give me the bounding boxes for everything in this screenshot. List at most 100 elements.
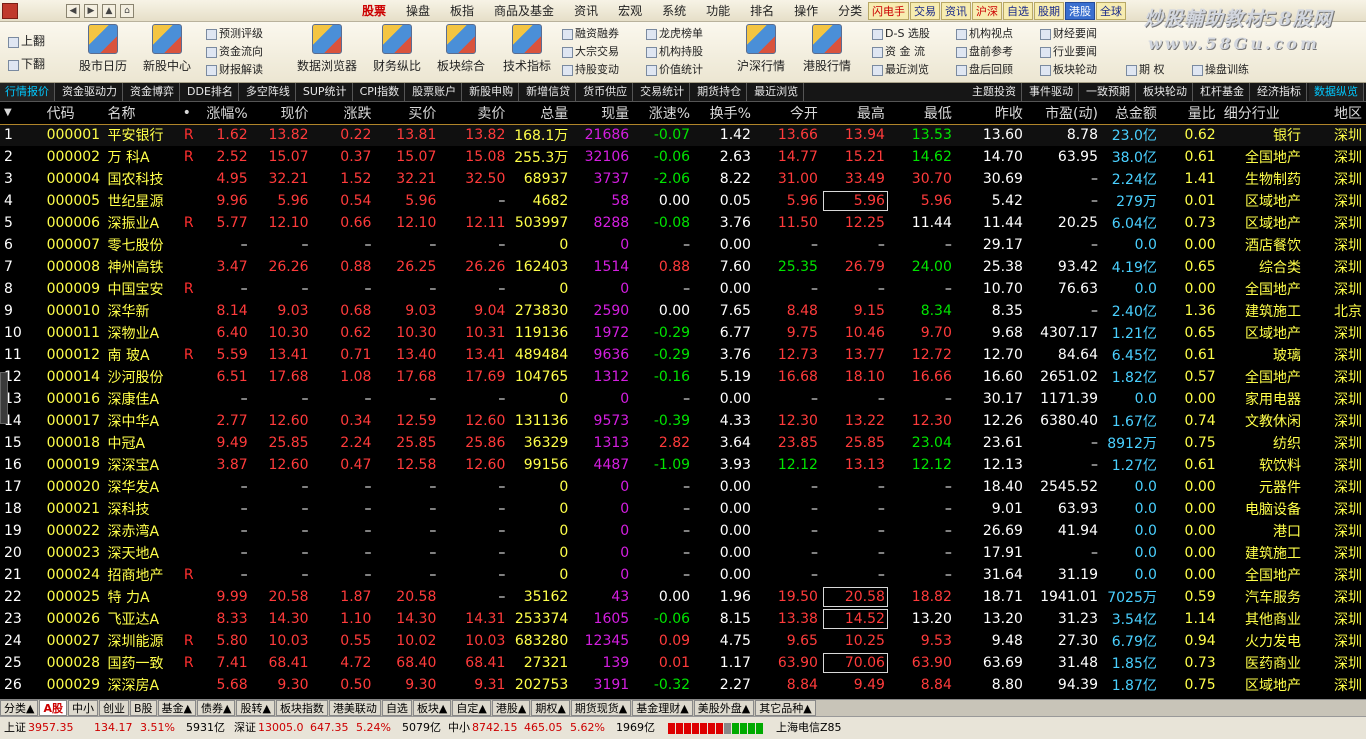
sh-sz-quotes-button[interactable]: 沪深行情 <box>728 24 794 80</box>
column-header[interactable]: 涨速% <box>633 102 695 125</box>
page-down-button[interactable]: 下翻 <box>6 57 45 72</box>
market-tab[interactable]: 港股▲ <box>491 700 531 716</box>
institution-view-button[interactable]: 机构视点 <box>954 26 1013 41</box>
table-row[interactable]: 8 000009 中国宝安 R – – – – – 0 0 – 0.00 – – – 10.70 76.63 0.0… <box>0 278 1366 300</box>
table-row[interactable]: 18 000021 深科技 – – – – – 0 0 – 0.00 – – – 9.01 63.93 0.0 0.… <box>0 498 1366 520</box>
table-row[interactable]: 24 000027 深圳能源 R 5.80 10.03 0.55 10.02 10.03 6832… <box>0 630 1366 652</box>
dragon-tiger-button[interactable]: 龙虎榜单 <box>644 26 703 41</box>
tab-right-3[interactable]: 板块轮动 <box>1138 83 1193 101</box>
up-icon[interactable]: ▲ <box>102 4 116 18</box>
market-tab[interactable]: A股 <box>39 700 67 716</box>
column-header[interactable]: 最高 <box>821 102 889 125</box>
market-tab[interactable]: 中小 <box>67 700 98 716</box>
menu-item[interactable]: 操作 <box>784 3 828 19</box>
tab-10[interactable]: 货币供应 <box>578 83 634 101</box>
quick-tab[interactable]: 股期 <box>1034 2 1064 20</box>
capital-flow-button[interactable]: 资 金 流 <box>870 44 925 59</box>
market-tab[interactable]: 股转▲ <box>236 700 275 716</box>
table-row[interactable]: 22 000025 特 力A 9.99 20.58 1.87 20.58 – 35162 43 0.… <box>0 586 1366 608</box>
tab-right-6[interactable]: 数据纵览 <box>1309 83 1364 101</box>
column-header[interactable]: 今开 <box>754 102 822 125</box>
recent-view-button[interactable]: 最近浏览 <box>870 62 929 77</box>
table-row[interactable]: 13 000016 深康佳A – – – – –0 0–0.00– – –30.17 1171.39 0… <box>0 388 1366 410</box>
menu-item[interactable]: 资讯 <box>564 3 608 19</box>
finance-compare-button[interactable]: 财务纵比 <box>364 24 430 80</box>
quick-tab[interactable]: 全球 <box>1096 2 1126 20</box>
table-row[interactable]: 25 000028 国药一致 R 7.41 68.41 4.72 68.40 68.41 2732… <box>0 652 1366 674</box>
table-row[interactable]: 6 000007 零七股份 – – – – – 0 0 – 0.00 – – – 29.17 – 0.0 0.00 酒… <box>0 234 1366 256</box>
column-header[interactable]: 总金额 <box>1102 102 1161 125</box>
side-panel-handle[interactable] <box>0 372 8 424</box>
fund-flow-button[interactable]: 资金流向 <box>204 44 263 59</box>
market-tab[interactable]: 期货现货▲ <box>570 700 632 716</box>
menu-item[interactable]: 分类 <box>828 3 872 19</box>
tab-right-2[interactable]: 一致预期 <box>1081 83 1136 101</box>
table-row[interactable]: 15 000018 中冠A 9.49 25.85 2.24 25.85 25.86 36329 1… <box>0 432 1366 454</box>
table-row[interactable]: 21 000024 招商地产 R – – – – – 0 0 – 0.00 – – – 31.64 31.19 0.… <box>0 564 1366 586</box>
forward-icon[interactable]: ▶ <box>84 4 98 18</box>
column-header[interactable]: 换手% <box>694 102 755 125</box>
app-logo-icon[interactable] <box>2 3 18 19</box>
page-up-button[interactable]: 上翻 <box>6 34 45 49</box>
report-analysis-button[interactable]: 财报解读 <box>204 62 263 77</box>
column-header[interactable]: 代码 <box>42 102 104 125</box>
menu-item[interactable]: 系统 <box>652 3 696 19</box>
table-row[interactable]: 10 000011 深物业A 6.40 10.30 0.62 10.30 10.31 11913… <box>0 322 1366 344</box>
column-header[interactable]: 市盈(动) <box>1026 102 1102 125</box>
forecast-rating-button[interactable]: 预测评级 <box>204 26 263 41</box>
column-header[interactable]: 卖价 <box>440 102 510 125</box>
tab-2[interactable]: 资金博弈 <box>125 83 180 101</box>
quick-tab[interactable]: 自选 <box>1003 2 1033 20</box>
column-header[interactable]: 最低 <box>888 102 956 125</box>
column-header[interactable]: 名称 <box>103 102 179 125</box>
table-row[interactable]: 4 000005 世纪星源 9.96 5.96 0.54 5.96 – 4682 58 0.00 0.… <box>0 190 1366 212</box>
menu-item[interactable]: 排名 <box>740 3 784 19</box>
tab-1[interactable]: 资金驱动力 <box>57 83 123 101</box>
menu-item[interactable]: 宏观 <box>608 3 652 19</box>
tab-11[interactable]: 交易统计 <box>635 83 691 101</box>
tech-indicator-button[interactable]: 技术指标 <box>494 24 560 80</box>
industry-news-button[interactable]: 行业要闻 <box>1038 44 1097 59</box>
column-header[interactable]: • <box>178 102 199 125</box>
tab-right-4[interactable]: 杠杆基金 <box>1195 83 1250 101</box>
finance-news-button[interactable]: 财经要闻 <box>1038 26 1097 41</box>
sector-overview-button[interactable]: 板块综合 <box>428 24 494 80</box>
market-tab[interactable]: 债券▲ <box>197 700 236 716</box>
market-tab[interactable]: 港美联动 <box>328 700 381 716</box>
market-tab[interactable]: 美股外盘▲ <box>693 700 755 716</box>
ds-picker-button[interactable]: D-S 选股 <box>870 26 930 41</box>
institution-holding-button[interactable]: 机构持股 <box>644 44 703 59</box>
tab-6[interactable]: CPI指数 <box>355 83 406 101</box>
market-tab[interactable]: 板块▲ <box>412 700 452 716</box>
tab-right-1[interactable]: 事件驱动 <box>1024 83 1079 101</box>
tab-0[interactable]: 行情报价 <box>0 83 55 101</box>
block-trade-button[interactable]: 大宗交易 <box>560 44 619 59</box>
column-header[interactable]: 涨幅% <box>198 102 252 125</box>
market-tab[interactable]: 自定▲ <box>452 700 491 716</box>
market-tab[interactable]: 基金理财▲ <box>632 700 693 716</box>
column-header[interactable]: 买价 <box>375 102 441 125</box>
hk-quotes-button[interactable]: 港股行情 <box>794 24 860 80</box>
quick-tab[interactable]: 沪深 <box>972 2 1002 20</box>
market-tab[interactable]: 基金▲ <box>157 700 196 716</box>
back-icon[interactable]: ◀ <box>66 4 80 18</box>
menu-item[interactable]: 操盘 <box>396 3 440 19</box>
column-header[interactable]: 总量 <box>509 102 573 125</box>
tab-5[interactable]: SUP统计 <box>298 83 353 101</box>
column-header[interactable]: 细分行业 <box>1219 102 1305 125</box>
table-row[interactable]: 16 000019 深深宝A 3.87 12.60 0.47 12.58 12.60 99156… <box>0 454 1366 476</box>
table-row[interactable]: 1 000001 平安银行 R 1.62 13.82 0.22 13.81 13.82 168.1… <box>0 124 1366 146</box>
column-header[interactable]: 现价 <box>251 102 313 125</box>
tab-3[interactable]: DDE排名 <box>182 83 239 101</box>
sector-rotation-button[interactable]: 板块轮动 <box>1038 62 1097 77</box>
market-tab[interactable]: 分类▲ <box>0 700 39 716</box>
options-button[interactable]: 期 权 <box>1124 62 1165 77</box>
holding-change-button[interactable]: 持股变动 <box>560 62 619 77</box>
table-row[interactable]: 11 000012 南 玻A R 5.59 13.41 0.71 13.40 13.41 4894… <box>0 344 1366 366</box>
tab-4[interactable]: 多空阵线 <box>241 83 296 101</box>
tab-9[interactable]: 新增信贷 <box>521 83 577 101</box>
stock-calendar-button[interactable]: 股市日历 <box>70 24 136 80</box>
market-tab[interactable]: 自选 <box>381 700 412 716</box>
tab-13[interactable]: 最近浏览 <box>749 83 805 101</box>
ipo-center-button[interactable]: 新股中心 <box>134 24 200 80</box>
